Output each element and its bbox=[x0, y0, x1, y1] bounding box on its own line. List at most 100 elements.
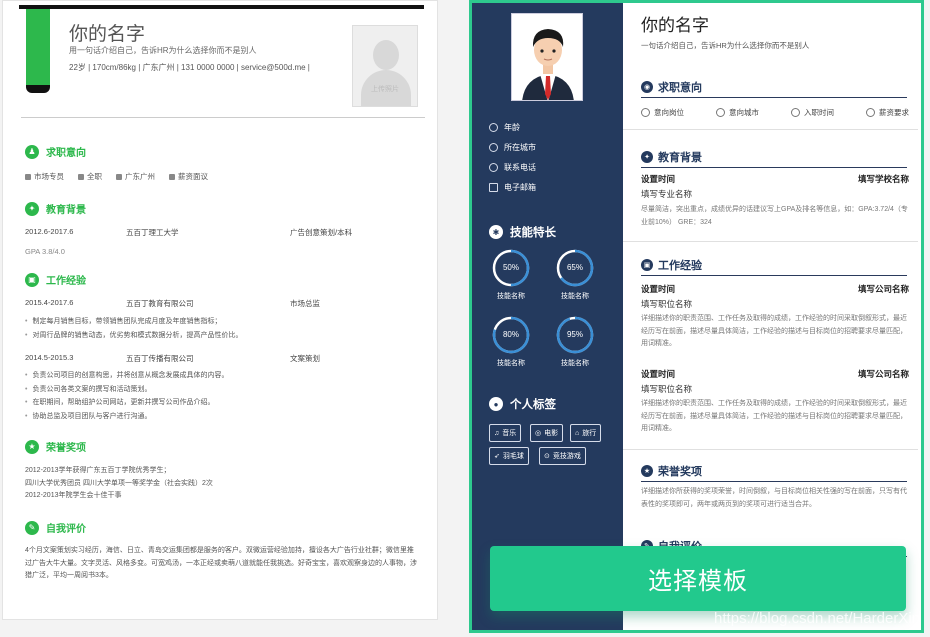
resume-main: 你的名字 一句话介绍自己，告诉HR为什么选择你而不是别人 ◉ 求职意向 意向岗位… bbox=[623, 3, 921, 630]
skill-percent: 65% bbox=[566, 263, 583, 272]
section-honors: ★ 荣誉奖项 bbox=[25, 439, 86, 454]
list-item: 制定每月销售目标，带领销售团队完成月度及年度销售指标； bbox=[25, 315, 242, 329]
skill-label: 技能名称 bbox=[497, 293, 525, 300]
photo-placeholder: 上传照片 bbox=[352, 25, 418, 107]
tag-esports: ⊙ 竞技游戏 bbox=[539, 447, 586, 465]
tags-title: ● 个人标签 bbox=[489, 396, 556, 412]
job-bullets: 制定每月销售目标，带领销售团队完成月度及年度销售指标； 对周行品牌的销售动态，优… bbox=[25, 315, 242, 342]
edu-major: 广告创意策划/本科 bbox=[290, 228, 353, 237]
tag-movie: ◎ 电影 bbox=[530, 424, 564, 442]
list-item: 对周行品牌的销售动态，优劣势和模式数据分析，提高产品性价比。 bbox=[25, 329, 242, 343]
watermark-url: https://blog.csdn.net/HarderXin bbox=[714, 610, 920, 627]
edu-major: 填写专业名称 bbox=[641, 189, 693, 199]
target-icon: ◉ bbox=[641, 81, 653, 93]
job-desc: 详细描述你的职责范围、工作任务及取得的成绩，工作经验的时间采取倒叙形式，最近经历… bbox=[641, 400, 907, 432]
money-icon bbox=[169, 173, 175, 180]
person-silhouette-icon bbox=[373, 40, 399, 70]
skill-percent: 50% bbox=[502, 263, 519, 272]
intent-item: 薪资要求 bbox=[866, 107, 909, 118]
top-rule bbox=[19, 5, 424, 9]
section-self-eval: ✎ 自我评价 bbox=[25, 520, 86, 535]
divider bbox=[623, 449, 918, 450]
skill-label: 技能名称 bbox=[497, 360, 525, 367]
car-icon: ⌂ bbox=[575, 429, 580, 437]
edu-school: 填写学校名称 bbox=[857, 174, 909, 184]
honors-list: 2012-2013学年获得广东五百丁学院优秀学生； 四川大学优秀团员 四川大学单… bbox=[25, 465, 420, 503]
divider bbox=[21, 117, 425, 118]
skills-title: ✱ 技能特长 bbox=[489, 224, 556, 240]
clock-icon bbox=[791, 108, 800, 117]
section-title: 求职意向 bbox=[46, 148, 86, 159]
settings-icon: ✱ bbox=[489, 225, 503, 239]
edu-desc: 尽量简洁，突出重点，成绩优异的话建议写上GPA及排名等信息，如：GPA:3.72… bbox=[641, 206, 908, 226]
skill-percent: 95% bbox=[566, 330, 583, 339]
resume-name: 你的名字 bbox=[641, 16, 709, 35]
job-date: 2015.4-2017.6 bbox=[25, 298, 74, 307]
section-intent: ◉ 求职意向 bbox=[641, 79, 907, 98]
divider bbox=[623, 129, 918, 130]
section-title: 工作经验 bbox=[46, 276, 86, 287]
edu-date: 2012.6-2017.6 bbox=[25, 227, 74, 236]
job-desc: 详细描述你的职责范围、工作任务及取得的成绩，工作经验的时间采取倒叙形式，最近经历… bbox=[641, 315, 907, 347]
resume-name: 你的名字 bbox=[69, 24, 146, 45]
section-intent: ♟ 求职意向 bbox=[25, 144, 86, 159]
list-item: 2012-2013年院学生会十佳干事 bbox=[25, 492, 122, 499]
job-bullets: 负责公司项目的创意构思，并将创意从概念发展成具体的内容。 负责公司各类文案的撰写… bbox=[25, 369, 228, 423]
section-title: 教育背景 bbox=[46, 205, 86, 216]
contact-city: 所在城市 bbox=[489, 142, 536, 153]
select-template-button[interactable]: 选择模板 bbox=[490, 546, 906, 611]
edu-row: 设置时间 填写学校名称 bbox=[641, 173, 909, 185]
job-date: 2014.5-2015.3 bbox=[25, 353, 74, 362]
tag-icon: ● bbox=[489, 397, 503, 411]
job-row: 设置时间 填写公司名称 bbox=[641, 283, 909, 295]
tag-music: ♫ 音乐 bbox=[489, 424, 522, 442]
job-title: 市场总监 bbox=[290, 299, 320, 308]
section-education: ✦ 教育背景 bbox=[25, 201, 86, 216]
resume-basic-info: 22岁 | 170cm/86kg | 广东广州 | 131 0000 0000 … bbox=[69, 63, 310, 72]
graduation-cap-icon: ✦ bbox=[641, 151, 653, 163]
intent-item: 意向城市 bbox=[716, 107, 759, 118]
clock-icon bbox=[78, 173, 84, 180]
resume-tagline: 一句话介绍自己，告诉HR为什么选择你而不是别人 bbox=[641, 41, 810, 50]
tag-travel: ⌂ 旅行 bbox=[570, 424, 602, 442]
job-time: 设置时间 bbox=[641, 284, 676, 294]
intent-list: 市场专员 全职 广东广州 薪资面议 bbox=[25, 171, 208, 182]
self-eval-text: 4个月文案策划实习经历，海信、日立、青岛交运集团都是服务的客户。双微运营经验加持… bbox=[25, 547, 417, 579]
edu-school: 五百丁理工大学 bbox=[126, 228, 179, 237]
job-position: 填写职位名称 bbox=[641, 299, 693, 309]
skill-label: 技能名称 bbox=[561, 360, 589, 367]
list-item: 四川大学优秀团员 四川大学单项一等奖学金（社会实践）2次 bbox=[25, 479, 213, 487]
section-work: ▣ 工作经验 bbox=[641, 257, 907, 276]
graduation-cap-icon: ✦ bbox=[25, 201, 39, 216]
intent-item: 全职 bbox=[78, 171, 102, 182]
list-item: 负责公司项目的创意构思，并将创意从概念发展成具体的内容。 bbox=[25, 369, 228, 383]
shuttlecock-icon: ➶ bbox=[494, 453, 500, 460]
template-card-navy-selected[interactable]: 年龄 所在城市 联系电话 电子邮箱 ✱ 技能特长 50% 技能名称 65% 技能名称 8… bbox=[469, 0, 924, 633]
person-icon: ♟ bbox=[25, 144, 39, 159]
businessman-avatar-icon bbox=[512, 14, 582, 100]
money-icon bbox=[866, 108, 875, 117]
template-card-green[interactable]: 你的名字 用一句话介绍自己，告诉HR为什么选择你而不是别人 22岁 | 170c… bbox=[2, 0, 438, 620]
location-pin-icon bbox=[489, 143, 498, 152]
intent-item: 意向岗位 bbox=[641, 107, 684, 118]
film-icon: ◎ bbox=[535, 430, 542, 437]
honors-desc: 详细描述你所获得的奖项荣誉，时间倒叙，与目标岗位相关性强的写在前面，只写有代表性… bbox=[641, 488, 907, 508]
intent-item: 薪资面议 bbox=[169, 171, 208, 182]
section-honors: ★ 荣誉奖项 bbox=[641, 463, 907, 482]
contact-phone: 联系电话 bbox=[489, 162, 536, 173]
user-icon bbox=[489, 123, 498, 132]
mail-icon bbox=[489, 183, 498, 192]
skill-percent: 80% bbox=[502, 330, 519, 339]
photo-upload-label: 上传照片 bbox=[371, 86, 399, 93]
trophy-icon: ★ bbox=[25, 439, 39, 454]
accent-bar-tip bbox=[26, 85, 50, 93]
job-company: 填写公司名称 bbox=[857, 284, 909, 294]
phone-icon bbox=[489, 163, 498, 172]
job-time: 设置时间 bbox=[641, 369, 676, 379]
section-work: ▣ 工作经验 bbox=[25, 272, 86, 287]
tag-badminton: ➶ 羽毛球 bbox=[489, 447, 529, 465]
list-item: 2012-2013学年获得广东五百丁学院优秀学生； bbox=[25, 467, 171, 474]
list-item: 协助总监及项目团队与客户进行沟通。 bbox=[25, 410, 228, 424]
resume-tagline: 用一句话介绍自己，告诉HR为什么选择你而不是别人 bbox=[69, 46, 257, 55]
job-title: 文案策划 bbox=[290, 354, 320, 363]
